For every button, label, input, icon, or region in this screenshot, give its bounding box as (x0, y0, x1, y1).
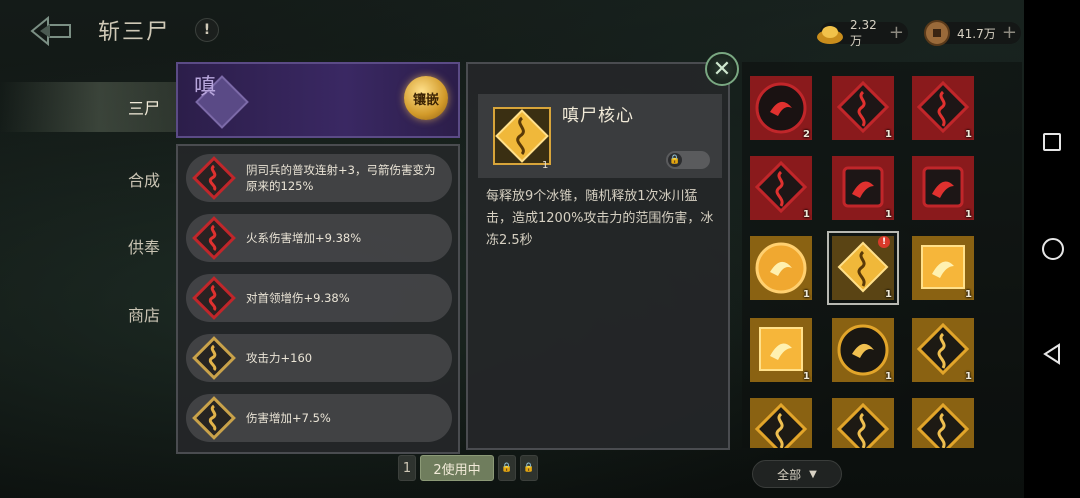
attribute-row: 火系伤害增加+9.38% (186, 214, 452, 262)
nav-label: 供奉 (128, 238, 161, 257)
inventory-item[interactable]: 1 (830, 154, 896, 222)
page-button-1[interactable]: 1 (398, 455, 416, 481)
coin-amount: 41.7万 (957, 26, 996, 41)
attribute-text: 火系伤害增加+9.38% (246, 231, 362, 245)
inventory-grid: 2 1 1 1 1 1 1 1! 1 1 1 1 (742, 62, 1022, 448)
attribute-text: 阴司兵的普攻连射+3，弓箭伤害变为原来的125% (246, 163, 436, 193)
inventory-item[interactable] (830, 396, 896, 448)
home-icon[interactable] (1042, 238, 1064, 260)
inventory-item[interactable]: 1 (830, 74, 896, 142)
nav-label: 商店 (128, 306, 161, 325)
item-count: 1 (965, 209, 972, 220)
lock-icon: 🔒 (501, 463, 513, 473)
gem-count: 1 (542, 160, 549, 171)
inventory-item[interactable]: 1 (748, 234, 814, 302)
gem-slot-icon[interactable]: 嗔 (190, 70, 254, 134)
gold-ingot-icon (817, 26, 843, 44)
inventory-item[interactable] (748, 396, 814, 448)
attribute-row: 对首领增伤+9.38% (186, 274, 452, 322)
inventory-item[interactable]: 1 (910, 234, 976, 302)
attribute-text: 伤害增加+7.5% (246, 411, 331, 425)
coin-currency: 41.7万 + (924, 20, 1021, 46)
recents-icon[interactable] (1043, 133, 1061, 151)
gold-currency: 2.32万 + (817, 18, 908, 48)
inventory-item[interactable]: 1 (748, 154, 814, 222)
locked-page-button[interactable]: 🔒 (520, 455, 538, 481)
add-coin-button[interactable]: + (1002, 23, 1017, 43)
item-count: 1 (885, 371, 892, 382)
item-count: 1 (885, 289, 892, 300)
locked-page-button[interactable]: 🔒 (498, 455, 516, 481)
inventory-item[interactable]: 1 (910, 154, 976, 222)
back-nav-icon[interactable] (1042, 343, 1062, 365)
gem-name: 嗔尸核心 (562, 106, 634, 126)
item-count: 1 (965, 289, 972, 300)
gold-snake-rune-icon (192, 336, 236, 380)
inventory-item[interactable]: 2 (748, 74, 814, 142)
back-icon[interactable] (28, 12, 74, 50)
item-count: 1 (803, 209, 810, 220)
inventory-item[interactable]: 1 (910, 74, 976, 142)
item-count: 1 (965, 129, 972, 140)
attribute-row: 伤害增加+7.5% (186, 394, 452, 442)
page-button-2[interactable]: 2使用中 (420, 455, 494, 481)
filter-label: 全部 (777, 467, 802, 482)
attribute-panel: 阴司兵的普攻连射+3，弓箭伤害变为原来的125% 火系伤害增加+9.38% 对首… (176, 144, 460, 454)
inventory-item[interactable]: 1 (748, 316, 814, 384)
red-snake-rune-icon (192, 156, 236, 200)
item-count: 1 (965, 371, 972, 382)
inventory-item[interactable]: 1! (827, 231, 899, 305)
lock-icon: 🔒 (523, 463, 535, 473)
attribute-row: 阴司兵的普攻连射+3，弓箭伤害变为原来的125% (186, 154, 452, 202)
attribute-row: 攻击力+160 (186, 334, 452, 382)
gold-amount: 2.32万 (850, 17, 877, 48)
item-count: 1 (803, 289, 810, 300)
item-count: 1 (885, 209, 892, 220)
nav-item-offering[interactable]: 供奉 (0, 221, 180, 271)
item-count: 2 (803, 129, 810, 140)
page-title: 斩三尸 (98, 20, 171, 45)
nav-item-sanshi[interactable]: 三尸 (0, 82, 180, 132)
gold-hex-rune-icon (750, 398, 812, 448)
nav-label: 三尸 (128, 99, 161, 118)
copper-coin-icon (924, 20, 950, 46)
attribute-text: 对首领增伤+9.38% (246, 291, 350, 305)
add-gold-button[interactable]: + (889, 23, 904, 43)
item-count: 1 (885, 129, 892, 140)
gem-description: 每释放9个冰锥，随机释放1次冰川猛击，造成1200%攻击力的范围伤害，冰冻2.5… (486, 189, 714, 248)
nav-label: 合成 (128, 171, 161, 190)
item-count: 1 (803, 371, 810, 382)
red-snake-rune-icon (192, 216, 236, 260)
inlay-button[interactable]: 镶嵌 (404, 76, 448, 120)
gold-snake-gem-icon (493, 107, 551, 165)
inventory-item[interactable] (910, 396, 976, 448)
warning-badge: ! (878, 236, 890, 248)
gem-slot-char: 嗔 (194, 75, 216, 100)
system-nav-bar (1024, 0, 1080, 498)
inventory-item[interactable]: 1 (830, 316, 896, 384)
help-button[interactable]: ! (195, 18, 219, 42)
gold-hex-rune-icon (912, 398, 974, 448)
nav-item-synthesis[interactable]: 合成 (0, 154, 180, 204)
nav-item-shop[interactable]: 商店 (0, 289, 180, 339)
red-snake-rune-icon (192, 276, 236, 320)
filter-dropdown[interactable]: 全部 ▼ (752, 460, 842, 488)
inventory-item[interactable]: 1 (910, 316, 976, 384)
close-button[interactable]: ✕ (705, 52, 739, 86)
chevron-down-icon: ▼ (809, 468, 817, 480)
gold-hex-rune-icon (832, 398, 894, 448)
lock-toggle[interactable]: 🔒 (666, 151, 710, 169)
gold-snake-rune-icon (192, 396, 236, 440)
attribute-text: 攻击力+160 (246, 351, 313, 365)
lock-icon: 🔒 (668, 153, 682, 167)
